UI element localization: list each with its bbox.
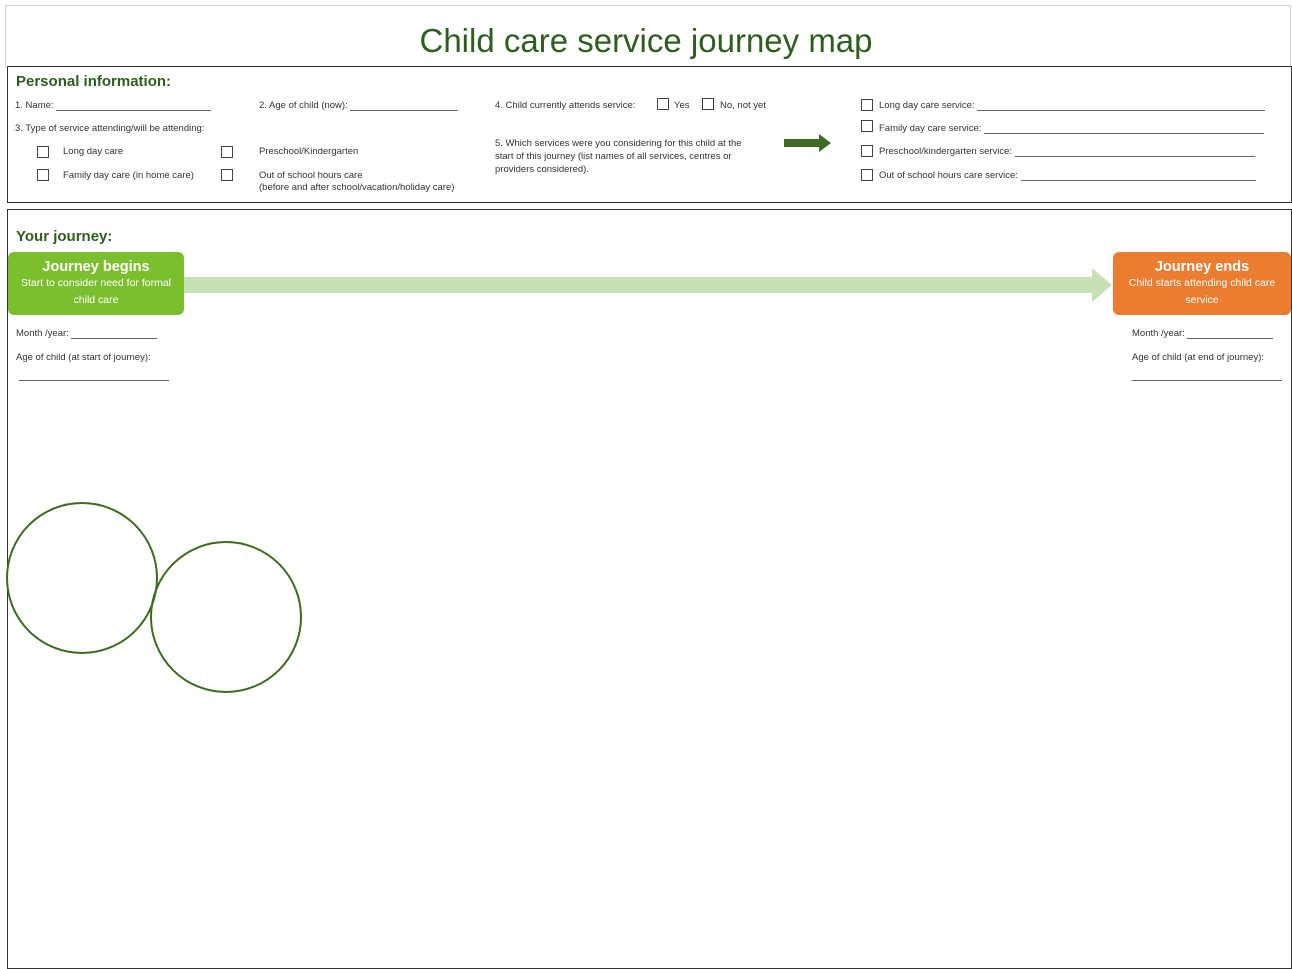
start-month-year-blank[interactable] bbox=[71, 328, 158, 339]
journey-begins-box: Journey begins Start to consider need fo… bbox=[8, 252, 184, 315]
journey-circle-2[interactable] bbox=[150, 541, 302, 693]
journey-ends-title: Journey ends bbox=[1154, 259, 1250, 275]
attends-no-label: No, not yet bbox=[720, 100, 766, 111]
journey-ends-box: Journey ends Child starts attending chil… bbox=[1113, 252, 1291, 315]
long-day-checkbox[interactable] bbox=[37, 146, 49, 158]
end-age-label: Age of child (at end of journey): bbox=[1132, 352, 1265, 363]
oshc-label-line2: (before and after school/vacation/holida… bbox=[259, 182, 455, 193]
start-age-label: Age of child (at start of journey): bbox=[16, 352, 151, 363]
journey-begins-title: Journey begins bbox=[42, 259, 150, 275]
long-day-service-field[interactable]: Long day care service: bbox=[879, 100, 1266, 111]
name-blank[interactable] bbox=[56, 100, 212, 111]
attends-yes-checkbox[interactable] bbox=[657, 98, 669, 110]
preschool-label: Preschool/Kindergarten bbox=[259, 146, 359, 157]
end-month-year-blank[interactable] bbox=[1187, 328, 1274, 339]
attends-label: 4. Child currently attends service: bbox=[495, 100, 636, 111]
family-day-label: Family day care (in home care) bbox=[63, 170, 194, 181]
end-month-year-label: Month /year: bbox=[1132, 328, 1185, 339]
journey-arrow bbox=[180, 268, 1112, 302]
considering-line-2: start of this journey (list names of all… bbox=[495, 151, 732, 162]
family-day-checkbox[interactable] bbox=[37, 169, 49, 181]
oshc-service-field[interactable]: Out of school hours care service: bbox=[879, 170, 1256, 181]
your-journey-heading: Your journey: bbox=[16, 228, 113, 245]
name-label: 1. Name: bbox=[15, 100, 54, 111]
attends-no-checkbox[interactable] bbox=[702, 98, 714, 110]
long-day-service-checkbox[interactable] bbox=[861, 99, 873, 111]
long-day-service-label: Long day care service: bbox=[879, 100, 975, 111]
page-title: Child care service journey map bbox=[419, 22, 873, 59]
preschool-service-field[interactable]: Preschool/kindergarten service: bbox=[879, 146, 1255, 157]
long-day-service-blank[interactable] bbox=[977, 100, 1266, 111]
end-age-blank[interactable] bbox=[1132, 380, 1282, 381]
preschool-service-label: Preschool/kindergarten service: bbox=[879, 146, 1013, 157]
type-label: 3. Type of service attending/will be att… bbox=[15, 123, 205, 134]
age-blank[interactable] bbox=[350, 100, 459, 111]
preschool-service-blank[interactable] bbox=[1014, 146, 1255, 157]
start-month-year-field[interactable]: Month /year: bbox=[16, 328, 158, 339]
preschool-checkbox[interactable] bbox=[221, 146, 233, 158]
oshc-service-blank[interactable] bbox=[1020, 170, 1256, 181]
long-day-label: Long day care bbox=[63, 146, 124, 157]
journey-begins-subtitle: Start to consider need for formal child … bbox=[21, 277, 171, 306]
family-day-service-field[interactable]: Family day care service: bbox=[879, 123, 1265, 134]
journey-circle-1[interactable] bbox=[6, 502, 158, 654]
family-day-service-checkbox[interactable] bbox=[861, 120, 873, 132]
name-field[interactable]: 1. Name: bbox=[15, 100, 212, 111]
age-field[interactable]: 2. Age of child (now): bbox=[259, 100, 459, 111]
family-day-service-label: Family day care service: bbox=[879, 123, 982, 134]
considering-line-3: providers considered). bbox=[495, 164, 589, 175]
age-label: 2. Age of child (now): bbox=[259, 100, 348, 111]
oshc-checkbox[interactable] bbox=[221, 169, 233, 181]
start-age-blank[interactable] bbox=[19, 380, 169, 381]
oshc-service-checkbox[interactable] bbox=[861, 169, 873, 181]
oshc-service-label: Out of school hours care service: bbox=[879, 170, 1018, 181]
journey-ends-subtitle: Child starts attending child care servic… bbox=[1128, 277, 1276, 306]
end-month-year-field[interactable]: Month /year: bbox=[1132, 328, 1274, 339]
family-day-service-blank[interactable] bbox=[984, 123, 1265, 134]
attends-yes-label: Yes bbox=[674, 100, 690, 111]
oshc-label-line1: Out of school hours care bbox=[259, 170, 363, 181]
considering-line-1: 5. Which services were you considering f… bbox=[495, 138, 742, 149]
right-arrow-icon bbox=[784, 134, 831, 152]
personal-information-section bbox=[7, 66, 1292, 203]
preschool-service-checkbox[interactable] bbox=[861, 145, 873, 157]
start-month-year-label: Month /year: bbox=[16, 328, 69, 339]
personal-information-heading: Personal information: bbox=[16, 73, 172, 90]
